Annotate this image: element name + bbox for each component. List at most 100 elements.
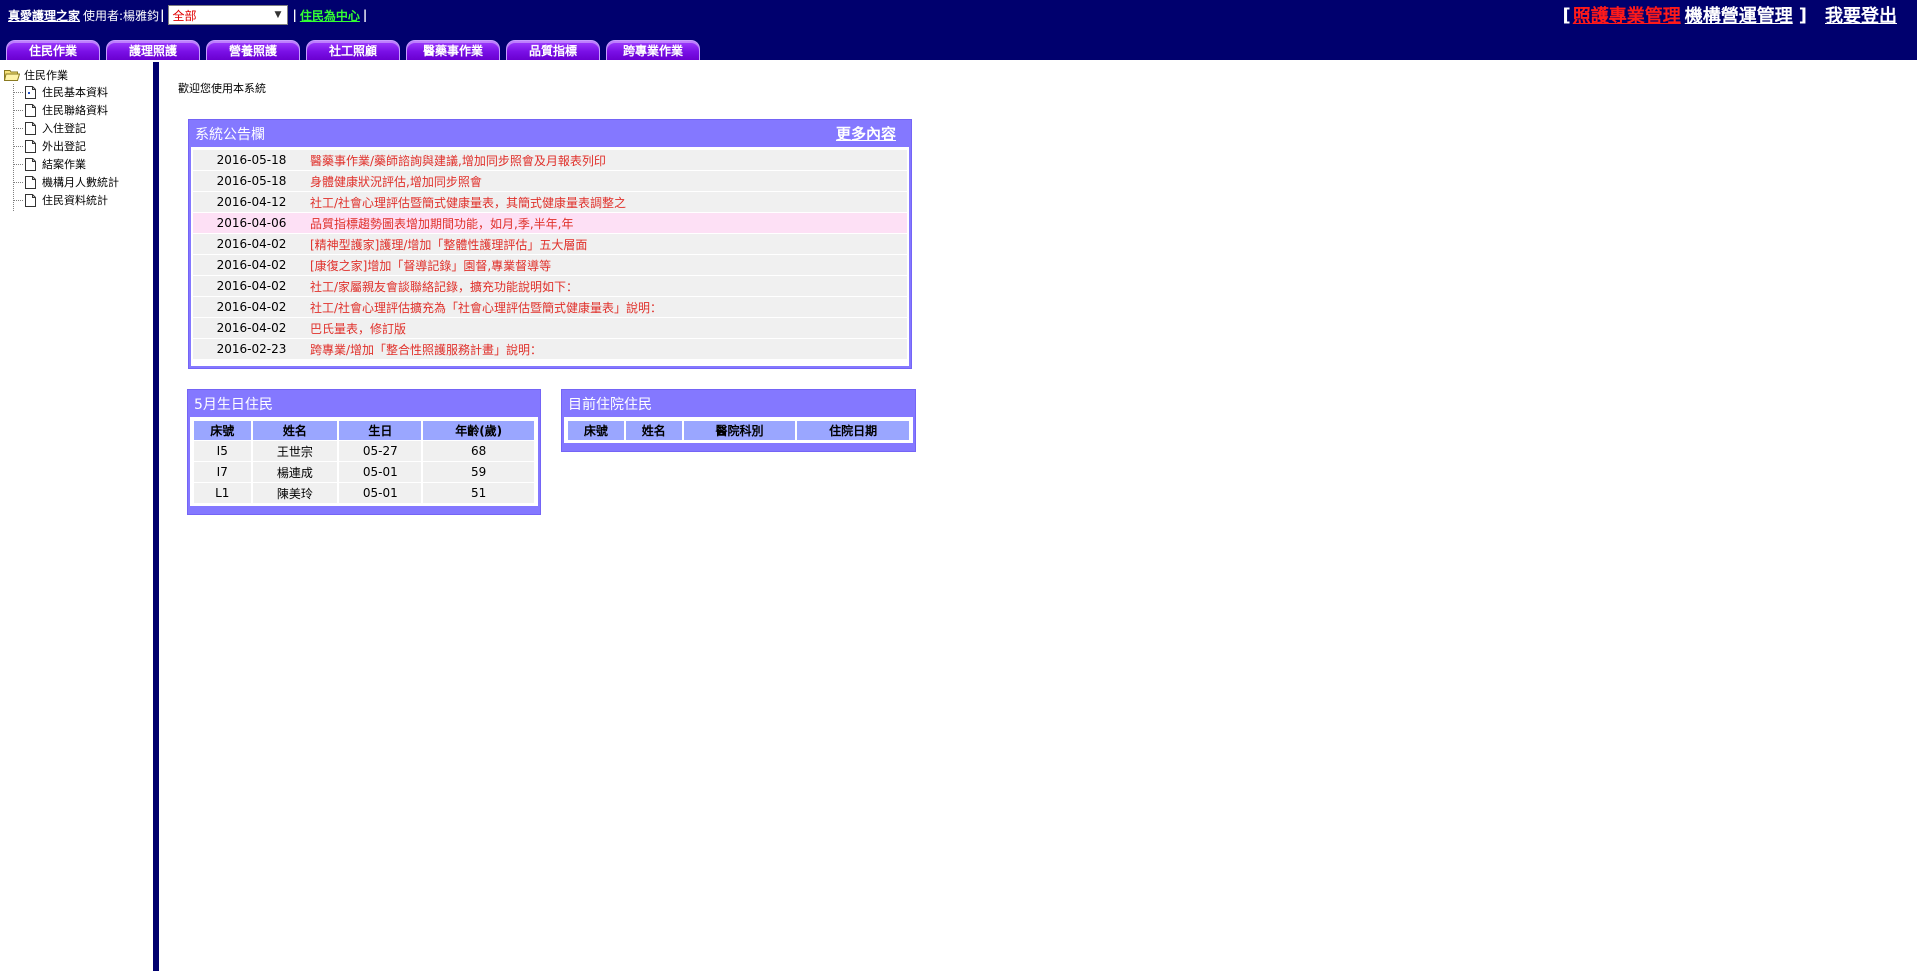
announcement-row[interactable]: 2016-04-02 [康復之家]增加「督導記錄」園督,專業督導等: [193, 255, 907, 276]
announcement-link[interactable]: [康復之家]增加「督導記錄」園督,專業督導等: [298, 257, 551, 274]
tab-nutrition[interactable]: 營養照護: [206, 40, 300, 60]
announcement-row[interactable]: 2016-04-12 社工/社會心理評估暨簡式健康量表，其簡式健康量表調整之: [193, 192, 907, 213]
announcement-date: 2016-05-18: [216, 153, 287, 167]
column-header: 床號: [568, 421, 624, 440]
announcement-date: 2016-04-02: [216, 258, 287, 272]
top-left-info: 真愛護理之家 使用者:楊雅鈞 | 全部 ▼ | 住民為中心 |: [8, 5, 367, 25]
document-icon: [25, 139, 36, 153]
birthday-cell: 05-27: [339, 441, 422, 461]
announcement-link[interactable]: 身體健康狀況評估,增加同步照會: [298, 173, 482, 190]
dropdown-arrow-icon: ▼: [274, 10, 282, 20]
sidebar-item-resident-contact[interactable]: 住民聯絡資料: [14, 102, 108, 118]
announcement-link[interactable]: 社工/社會心理評估擴充為「社會心理評估暨簡式健康量表」說明：: [298, 299, 662, 316]
hospitalized-title: 目前住院住民: [568, 396, 652, 413]
column-header: 年齡(歲): [423, 421, 534, 440]
care-management-link[interactable]: 照護專業管理: [1573, 2, 1681, 28]
column-header: 姓名: [252, 421, 338, 440]
document-icon: [25, 103, 36, 117]
bed-cell: I5: [194, 441, 251, 461]
announcement-date: 2016-02-23: [216, 342, 287, 356]
tab-interdisciplinary[interactable]: 跨專業作業: [606, 40, 700, 60]
sidebar-item-label: 住民聯絡資料: [42, 104, 108, 117]
column-header: 床號: [194, 421, 251, 440]
sidebar-root-label: 住民作業: [24, 69, 68, 82]
sidebar-item-label: 住民基本資料: [42, 86, 108, 99]
announcement-row[interactable]: 2016-05-18 身體健康狀況評估,增加同步照會: [193, 171, 907, 192]
table-header-row: 床號 姓名 生日 年齡(歲): [194, 421, 534, 440]
name-cell: 陳美玲: [252, 483, 338, 503]
announcement-date: 2016-04-02: [216, 237, 287, 251]
announcement-row[interactable]: 2016-04-02 巴氏量表，修訂版: [193, 318, 907, 339]
birthday-cell: 05-01: [339, 462, 422, 482]
sidebar-item-label: 入住登記: [42, 122, 86, 135]
sidebar: 住民作業 住民基本資料 住民聯絡資料 入住登記 外出登記 結案作業 機構月人數統…: [0, 62, 159, 971]
org-select-value: 全部: [172, 8, 197, 23]
announcement-panel: 系統公告欄 更多內容 2016-05-18 醫藥事作業/藥師諮詢與建議,增加同步…: [188, 119, 912, 369]
hospitalized-table-wrap: 床號 姓名 醫院科別 住院日期: [564, 417, 913, 443]
birthday-table-wrap: 床號 姓名 生日 年齡(歲) I5 王世宗 05-27 68 I7 楊連成 05…: [190, 417, 538, 506]
birthday-cell: 05-01: [339, 483, 422, 503]
announcement-link[interactable]: [精神型護家]護理/增加「整體性護理評估」五大層面: [298, 236, 587, 253]
announcement-link[interactable]: 品質指標趨勢圖表增加期間功能，如月,季,半年,年: [298, 215, 573, 232]
close-bracket: ]: [1798, 4, 1807, 26]
announcement-title: 系統公告欄: [195, 126, 265, 143]
announcement-row[interactable]: 2016-05-18 醫藥事作業/藥師諮詢與建議,增加同步照會及月報表列印: [193, 150, 907, 171]
announcement-date: 2016-04-02: [216, 321, 287, 335]
tab-nursing[interactable]: 護理照護: [106, 40, 200, 60]
sidebar-item-label: 機構月人數統計: [42, 176, 119, 189]
announcement-link[interactable]: 社工/家屬親友會談聯絡記錄，擴充功能說明如下：: [298, 278, 578, 295]
age-cell: 59: [423, 462, 534, 482]
tab-medicine[interactable]: 醫藥事作業: [406, 40, 500, 60]
sidebar-item-monthly-count[interactable]: 機構月人數統計: [14, 174, 119, 190]
document-icon: [25, 175, 36, 189]
sidebar-item-outing[interactable]: 外出登記: [14, 138, 86, 154]
welcome-text: 歡迎您使用本系統: [178, 82, 266, 95]
tab-social-work[interactable]: 社工照顧: [306, 40, 400, 60]
table-row: L1 陳美玲 05-01 51: [194, 483, 534, 503]
birthday-title: 5月生日住民: [194, 396, 273, 413]
sidebar-item-admission[interactable]: 入住登記: [14, 120, 86, 136]
sidebar-item-label: 住民資料統計: [42, 194, 108, 207]
tab-quality[interactable]: 品質指標: [506, 40, 600, 60]
sidebar-root[interactable]: 住民作業: [4, 67, 68, 83]
open-folder-icon: [4, 69, 20, 81]
announcement-row[interactable]: 2016-04-02 社工/家屬親友會談聯絡記錄，擴充功能說明如下：: [193, 276, 907, 297]
announcement-date: 2016-04-06: [216, 216, 287, 230]
announcement-link[interactable]: 醫藥事作業/藥師諮詢與建議,增加同步照會及月報表列印: [298, 152, 606, 169]
column-header: 醫院科別: [683, 421, 796, 440]
logout-link[interactable]: 我要登出: [1825, 2, 1897, 28]
sidebar-item-closing[interactable]: 結案作業: [14, 156, 86, 172]
sidebar-item-resident-basic[interactable]: 住民基本資料: [14, 84, 108, 100]
birthday-table: 床號 姓名 生日 年齡(歲) I5 王世宗 05-27 68 I7 楊連成 05…: [192, 420, 536, 504]
home-link[interactable]: 真愛護理之家: [8, 7, 80, 24]
sidebar-item-label: 外出登記: [42, 140, 86, 153]
hospitalized-table: 床號 姓名 醫院科別 住院日期: [566, 420, 911, 441]
org-select[interactable]: 全部 ▼: [168, 5, 289, 25]
announcement-row[interactable]: 2016-02-23 跨專業/增加「整合性照護服務計畫」說明：: [193, 339, 907, 360]
announcement-link[interactable]: 社工/社會心理評估暨簡式健康量表，其簡式健康量表調整之: [298, 194, 626, 211]
open-bracket: [: [1562, 4, 1571, 26]
announcement-date: 2016-04-02: [216, 300, 287, 314]
age-cell: 51: [423, 483, 534, 503]
column-header: 生日: [339, 421, 422, 440]
bed-cell: L1: [194, 483, 251, 503]
document-icon: [25, 121, 36, 135]
announcement-row-highlighted[interactable]: 2016-04-06 品質指標趨勢圖表增加期間功能，如月,季,半年,年: [193, 213, 907, 234]
announcement-row[interactable]: 2016-04-02 [精神型護家]護理/增加「整體性護理評估」五大層面: [193, 234, 907, 255]
announcement-row[interactable]: 2016-04-02 社工/社會心理評估擴充為「社會心理評估暨簡式健康量表」說明…: [193, 297, 907, 318]
more-link[interactable]: 更多內容: [836, 123, 896, 144]
column-header: 住院日期: [797, 421, 909, 440]
sidebar-item-resident-stats[interactable]: 住民資料統計: [14, 192, 108, 208]
announcement-link[interactable]: 跨專業/增加「整合性照護服務計畫」說明：: [298, 341, 542, 358]
operations-management-link[interactable]: 機構營運管理: [1685, 2, 1793, 28]
announcement-link[interactable]: 巴氏量表，修訂版: [298, 320, 406, 337]
document-icon: [25, 85, 36, 99]
tab-resident[interactable]: 住民作業: [6, 40, 100, 60]
name-cell: 楊連成: [252, 462, 338, 482]
announcement-date: 2016-05-18: [216, 174, 287, 188]
birthday-header: 5月生日住民: [188, 390, 540, 417]
separator: |: [292, 8, 297, 22]
user-label: 使用者:楊雅鈞: [83, 8, 160, 23]
birthday-panel: 5月生日住民 床號 姓名 生日 年齡(歲) I5 王世宗 05-27 68 I7…: [187, 389, 541, 515]
resident-center-link[interactable]: 住民為中心: [300, 7, 360, 24]
